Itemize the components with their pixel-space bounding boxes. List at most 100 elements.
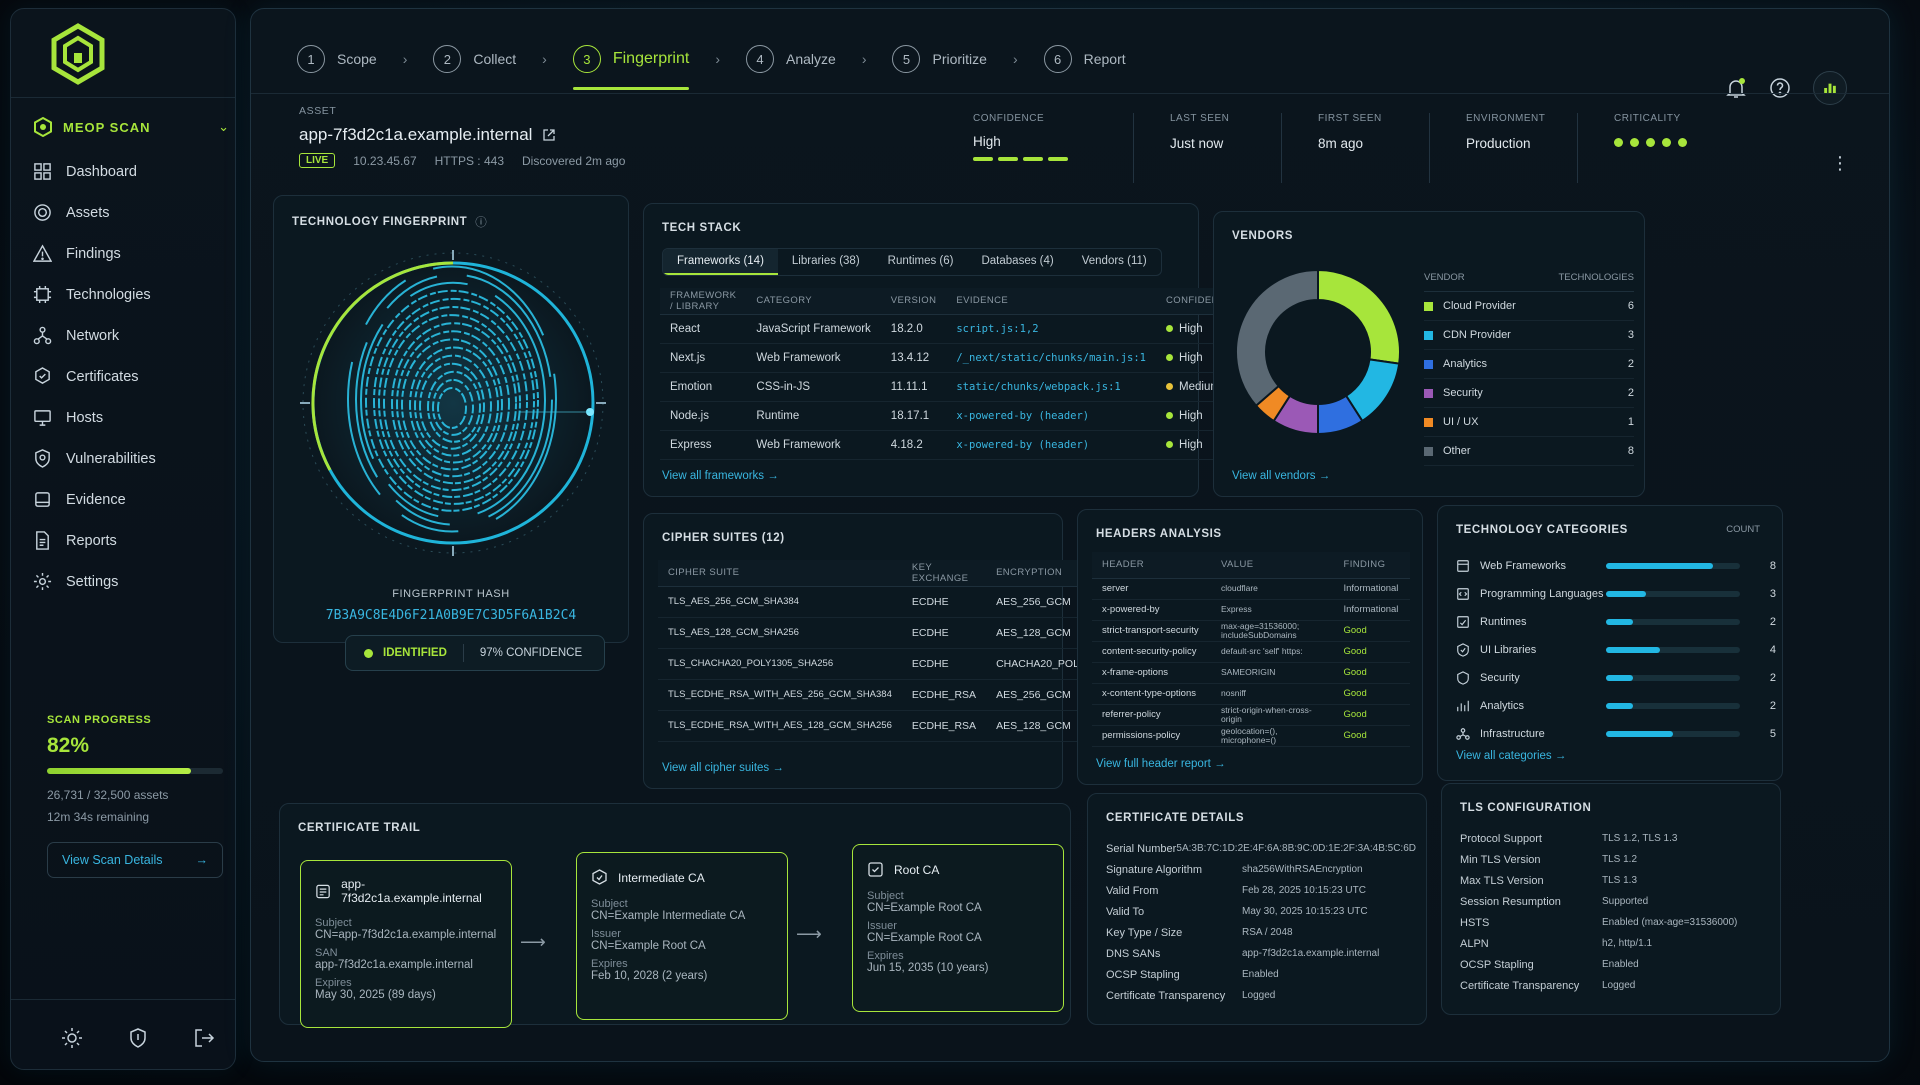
tab-databases[interactable]: Databases (4): [967, 249, 1067, 275]
donut-slice-other[interactable]: [1235, 268, 1319, 408]
legend-item[interactable]: Other 8: [1424, 437, 1634, 466]
legend-item[interactable]: Analytics 2: [1424, 350, 1634, 379]
table-row[interactable]: Express Web Framework 4.18.2 x-powered-by (…: [660, 430, 1243, 460]
sidebar-item-certificates[interactable]: Certificates: [33, 356, 229, 397]
info-icon[interactable]: ⓘ: [475, 214, 487, 230]
table-row[interactable]: Node.js Runtime 18.17.1 x-powered-by (heade…: [660, 401, 1243, 431]
view-scan-details-button[interactable]: View Scan Details →: [47, 842, 223, 878]
table-row[interactable]: permissions-policy geolocation=(), microp…: [1092, 725, 1410, 747]
cipher-name: TLS_AES_128_GCM_SHA256: [658, 617, 902, 649]
workspace-selector[interactable]: MEOP SCAN ⌄: [33, 113, 229, 141]
tab-frameworks[interactable]: Frameworks (14): [663, 249, 778, 275]
table-row[interactable]: Emotion CSS-in-JS 11.11.1 static/chunks/web…: [660, 372, 1243, 402]
column-header: FINDING: [1333, 552, 1410, 579]
category-row[interactable]: Runtimes 2: [1456, 608, 1776, 636]
category-row[interactable]: Infrastructure 5: [1456, 720, 1776, 748]
sidebar-item-vulnerabilities[interactable]: Vulnerabilities: [33, 438, 229, 479]
cipher-key-exchange: ECDHE: [901, 617, 987, 649]
step-report[interactable]: 6 Report: [1043, 45, 1126, 73]
table-row[interactable]: referrer-policy strict-origin-when-cross-…: [1092, 704, 1410, 726]
legend-item[interactable]: Cloud Provider 6: [1424, 292, 1634, 321]
sidebar-item-findings[interactable]: Findings: [33, 233, 229, 274]
avatar[interactable]: [1813, 71, 1847, 105]
logout-icon[interactable]: [193, 1027, 215, 1049]
logo-icon: [51, 23, 105, 85]
category-row[interactable]: UI Libraries 4: [1456, 636, 1776, 664]
sidebar-item-dashboard[interactable]: Dashboard: [33, 151, 229, 192]
help-icon[interactable]: [1769, 77, 1791, 99]
step-collect[interactable]: 2 Collect: [433, 45, 516, 73]
sidebar-item-assets[interactable]: Assets: [33, 192, 229, 233]
detail-row: HSTS Enabled (max-age=31536000): [1460, 912, 1770, 933]
view-full-header-report-link[interactable]: View full header report →: [1096, 758, 1226, 770]
cert-mid: CN=Example Root CA: [591, 940, 706, 952]
cert-expires: May 30, 2025 (89 days): [315, 989, 436, 1001]
tab-runtimes[interactable]: Runtimes (6): [874, 249, 968, 275]
step-fingerprint[interactable]: 3 Fingerprint: [572, 45, 690, 90]
legend-label: CDN Provider: [1443, 329, 1511, 341]
confidence-dot: [1166, 324, 1174, 332]
table-row[interactable]: Next.js Web Framework 13.4.12/_next/static…: [660, 343, 1243, 373]
sidebar-item-technologies[interactable]: Technologies: [33, 274, 229, 315]
column-header: KEY EXCHANGE: [901, 560, 987, 587]
table-row[interactable]: x-frame-options SAMEORIGIN Good: [1092, 662, 1410, 684]
category-row[interactable]: Programming Languages 3: [1456, 580, 1776, 608]
sidebar-item-evidence[interactable]: Evidence: [33, 479, 229, 520]
tab-vendors[interactable]: Vendors (11): [1068, 249, 1161, 275]
view-all-vendors-link[interactable]: View all vendors →: [1232, 470, 1330, 482]
tech-evidence-link[interactable]: static/chunks/webpack.js:1: [946, 372, 1157, 402]
chevron-right-icon: ›: [715, 51, 720, 67]
sidebar-item-hosts[interactable]: Hosts: [33, 397, 229, 438]
table-row[interactable]: server cloudflare Informational: [1092, 578, 1410, 600]
status-badge: IDENTIFIED: [383, 647, 447, 659]
legend-item[interactable]: CDN Provider 3: [1424, 321, 1634, 350]
view-all-cipher-suites-link[interactable]: View all cipher suites →: [662, 762, 784, 774]
sidebar-item-reports[interactable]: Reports: [33, 520, 229, 561]
cert-card[interactable]: app-7f3d2c1a.example.internal Subject CN=a…: [300, 860, 512, 1028]
link-label: View full header report: [1096, 758, 1211, 770]
tech-evidence-link[interactable]: /_next/static/chunks/main.js:1: [946, 343, 1157, 373]
tech-evidence-link[interactable]: x-powered-by (header): [946, 430, 1157, 460]
step-analyze[interactable]: 4 Analyze: [746, 45, 836, 73]
tab-libraries[interactable]: Libraries (38): [778, 249, 874, 275]
bell-icon[interactable]: [1725, 77, 1747, 99]
confidence-label: High: [1179, 409, 1203, 422]
legend-item[interactable]: UI / UX 1: [1424, 408, 1634, 437]
sidebar-item-network[interactable]: Network: [33, 315, 229, 356]
donut-slice-cloud-provider[interactable]: [1317, 268, 1401, 365]
tech-stack-tabs: Frameworks (14) Libraries (38) Runtimes (6…: [662, 248, 1162, 276]
cert-card[interactable]: Root CA Subject CN=Example Root CA Issuer CN…: [852, 844, 1064, 1012]
cipher-suites-panel: CIPHER SUITES (12) CIPHER SUITE KEY EXCHA…: [643, 513, 1194, 789]
detail-row: Min TLS Version TLS 1.2: [1460, 849, 1770, 870]
tech-evidence-link[interactable]: x-powered-by (header): [946, 401, 1157, 431]
scan-progress-percent: 82%: [47, 734, 90, 757]
tech-evidence-link[interactable]: script.js:1,2: [946, 314, 1157, 344]
category-row[interactable]: Security 2: [1456, 664, 1776, 692]
table-row[interactable]: x-powered-by Express Informational: [1092, 599, 1410, 621]
more-options-icon[interactable]: ⋮: [1831, 153, 1849, 174]
table-row[interactable]: x-content-type-options nosniff Good: [1092, 683, 1410, 705]
legend-swatch: [1424, 301, 1433, 311]
sidebar-item-settings[interactable]: Settings: [33, 561, 229, 602]
category-row[interactable]: Web Frameworks 8: [1456, 552, 1776, 580]
table-row[interactable]: content-security-policy default-src 'self…: [1092, 641, 1410, 663]
step-scope[interactable]: 1 Scope: [297, 45, 377, 73]
legend-swatch: [1424, 330, 1433, 340]
detail-label: Session Resumption: [1460, 895, 1561, 908]
tech-version: 18.2.0: [880, 314, 947, 344]
detail-row: DNS SANs app-7f3d2c1a.example.internal: [1106, 943, 1416, 964]
external-link-icon[interactable]: [542, 128, 556, 142]
view-all-frameworks-link[interactable]: View all frameworks →: [662, 470, 779, 482]
target-icon: [34, 204, 51, 221]
view-all-categories-link[interactable]: View all categories →: [1456, 750, 1566, 762]
table-row[interactable]: React JavaScript Framework 18.2.0 script.js…: [660, 314, 1243, 344]
shield-icon[interactable]: [127, 1027, 149, 1049]
confidence-dot: [1166, 440, 1174, 448]
detail-value: TLS 1.2: [1602, 854, 1638, 865]
sun-icon[interactable]: [61, 1027, 83, 1049]
legend-item[interactable]: Security 2: [1424, 379, 1634, 408]
table-row[interactable]: strict-transport-security max-age=3153600…: [1092, 620, 1410, 642]
category-row[interactable]: Analytics 2: [1456, 692, 1776, 720]
step-prioritize[interactable]: 5 Prioritize: [892, 45, 987, 73]
cert-card[interactable]: Intermediate CA Subject CN=Example Interme…: [576, 852, 788, 1020]
